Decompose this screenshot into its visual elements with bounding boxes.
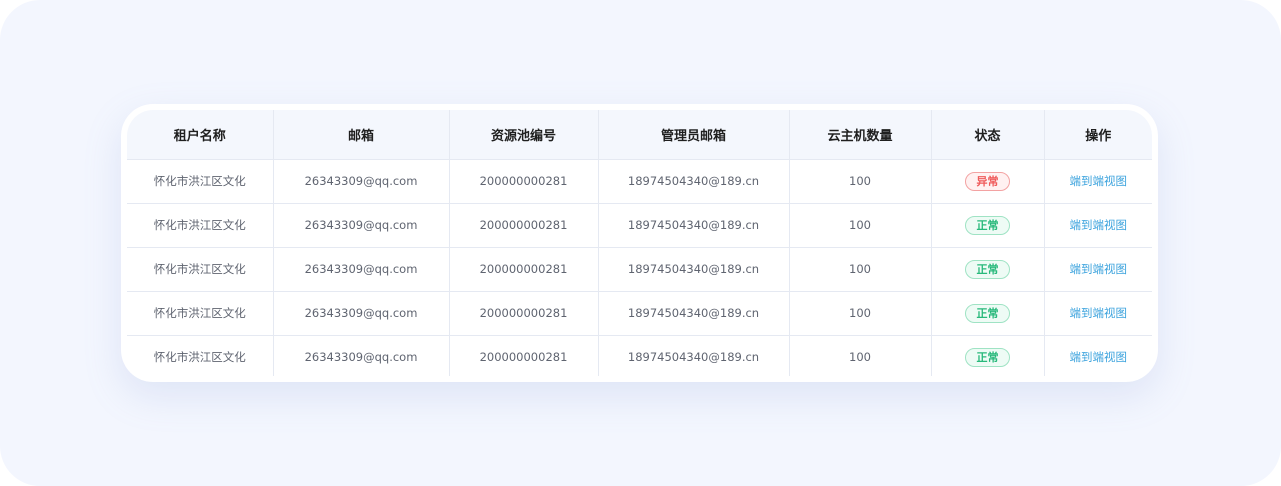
- column-header-action: 操作: [1044, 110, 1152, 160]
- table-header: 租户名称 邮箱 资源池编号 管理员邮箱 云主机数量 状态 操作: [127, 110, 1152, 160]
- table-row: 怀化市洪江区文化 26343309@qq.com 200000000281 18…: [127, 159, 1152, 204]
- status-badge: 正常: [965, 215, 1010, 235]
- end-to-end-view-link[interactable]: 端到端视图: [1070, 306, 1128, 320]
- table-body: 怀化市洪江区文化 26343309@qq.com 200000000281 18…: [127, 159, 1152, 376]
- cell-tenant-name: 怀化市洪江区文化: [127, 203, 274, 248]
- status-badge: 异常: [965, 171, 1010, 191]
- status-badge: 正常: [965, 347, 1010, 367]
- cell-admin-email: 18974504340@189.cn: [598, 203, 790, 248]
- table-row: 怀化市洪江区文化 26343309@qq.com 200000000281 18…: [127, 291, 1152, 336]
- cell-vm-count: 100: [789, 203, 932, 248]
- table-wrapper: 租户名称 邮箱 资源池编号 管理员邮箱 云主机数量 状态 操作 怀化市洪江区文化…: [127, 110, 1152, 376]
- cell-email: 26343309@qq.com: [273, 291, 450, 336]
- cell-tenant-name: 怀化市洪江区文化: [127, 291, 274, 336]
- cell-action: 端到端视图: [1044, 203, 1152, 248]
- cell-tenant-name: 怀化市洪江区文化: [127, 247, 274, 292]
- cell-admin-email: 18974504340@189.cn: [598, 159, 790, 204]
- tenant-table-card: 租户名称 邮箱 资源池编号 管理员邮箱 云主机数量 状态 操作 怀化市洪江区文化…: [121, 104, 1158, 382]
- cell-status: 正常: [931, 247, 1045, 292]
- cell-admin-email: 18974504340@189.cn: [598, 335, 790, 376]
- column-header-tenant-name: 租户名称: [127, 110, 274, 160]
- cell-vm-count: 100: [789, 247, 932, 292]
- cell-pool-id: 200000000281: [449, 203, 599, 248]
- end-to-end-view-link[interactable]: 端到端视图: [1070, 218, 1128, 232]
- cell-tenant-name: 怀化市洪江区文化: [127, 335, 274, 376]
- status-badge: 正常: [965, 259, 1010, 279]
- cell-status: 异常: [931, 159, 1045, 204]
- status-badge: 正常: [965, 303, 1010, 323]
- cell-status: 正常: [931, 203, 1045, 248]
- cell-pool-id: 200000000281: [449, 159, 599, 204]
- column-header-email: 邮箱: [273, 110, 450, 160]
- cell-email: 26343309@qq.com: [273, 159, 450, 204]
- header-row: 租户名称 邮箱 资源池编号 管理员邮箱 云主机数量 状态 操作: [127, 110, 1152, 160]
- cell-vm-count: 100: [789, 159, 932, 204]
- table-row: 怀化市洪江区文化 26343309@qq.com 200000000281 18…: [127, 335, 1152, 376]
- cell-action: 端到端视图: [1044, 159, 1152, 204]
- cell-pool-id: 200000000281: [449, 291, 599, 336]
- cell-email: 26343309@qq.com: [273, 335, 450, 376]
- tenant-table: 租户名称 邮箱 资源池编号 管理员邮箱 云主机数量 状态 操作 怀化市洪江区文化…: [127, 110, 1152, 376]
- cell-pool-id: 200000000281: [449, 335, 599, 376]
- cell-email: 26343309@qq.com: [273, 203, 450, 248]
- cell-status: 正常: [931, 291, 1045, 336]
- column-header-status: 状态: [931, 110, 1045, 160]
- cell-admin-email: 18974504340@189.cn: [598, 291, 790, 336]
- cell-email: 26343309@qq.com: [273, 247, 450, 292]
- cell-action: 端到端视图: [1044, 247, 1152, 292]
- end-to-end-view-link[interactable]: 端到端视图: [1070, 174, 1128, 188]
- end-to-end-view-link[interactable]: 端到端视图: [1070, 350, 1128, 364]
- column-header-pool-id: 资源池编号: [449, 110, 599, 160]
- cell-status: 正常: [931, 335, 1045, 376]
- cell-pool-id: 200000000281: [449, 247, 599, 292]
- cell-vm-count: 100: [789, 335, 932, 376]
- cell-admin-email: 18974504340@189.cn: [598, 247, 790, 292]
- column-header-vm-count: 云主机数量: [789, 110, 932, 160]
- cell-action: 端到端视图: [1044, 335, 1152, 376]
- end-to-end-view-link[interactable]: 端到端视图: [1070, 262, 1128, 276]
- cell-vm-count: 100: [789, 291, 932, 336]
- cell-tenant-name: 怀化市洪江区文化: [127, 159, 274, 204]
- table-row: 怀化市洪江区文化 26343309@qq.com 200000000281 18…: [127, 203, 1152, 248]
- cell-action: 端到端视图: [1044, 291, 1152, 336]
- column-header-admin-email: 管理员邮箱: [598, 110, 790, 160]
- table-row: 怀化市洪江区文化 26343309@qq.com 200000000281 18…: [127, 247, 1152, 292]
